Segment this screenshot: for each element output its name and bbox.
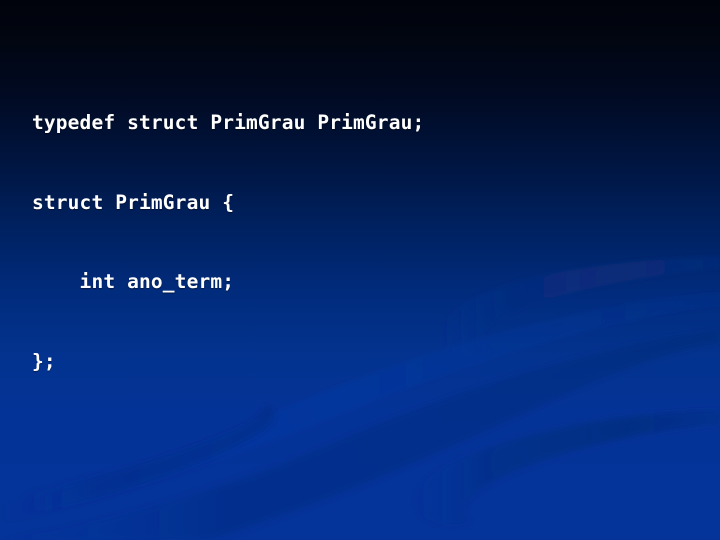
code-line: int ano_term;	[32, 270, 235, 293]
code-line: struct PrimGrau {	[32, 190, 235, 214]
code-line: };	[32, 349, 56, 373]
presentation-slide: typedef struct PrimGrau PrimGrau; struct…	[0, 0, 720, 540]
code-text-body: typedef struct PrimGrau PrimGrau; struct…	[0, 0, 720, 540]
code-line: typedef struct PrimGrau PrimGrau;	[32, 111, 425, 134]
